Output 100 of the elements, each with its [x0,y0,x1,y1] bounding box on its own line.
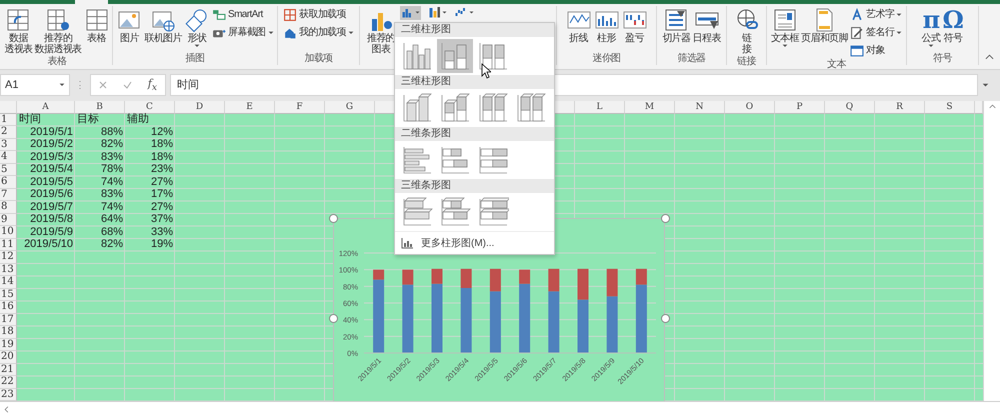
row-header[interactable]: 16 [0,301,17,314]
table-cell-text: 18% [150,138,174,152]
row-header[interactable]: 12 [0,251,17,264]
row-header[interactable]: 20 [0,351,17,364]
row-header[interactable]: 10 [0,226,17,239]
row-header[interactable]: 21 [0,364,17,376]
chart-type-option[interactable] [437,39,473,73]
scroll-up-icon[interactable] [988,104,996,109]
table-cell-text: 37% [150,214,174,226]
ribbon-button[interactable]: Ω 符号 [942,6,964,45]
caret-icon [59,83,65,87]
row-header[interactable]: 9 [0,214,17,226]
column-header[interactable]: L [575,100,625,114]
ribbon-button[interactable]: 表格 [82,6,111,45]
ribbon-button[interactable]: 页眉和页脚 [800,6,849,45]
insert-function-button[interactable]: f$_{x}$ [148,76,158,93]
ribbon-button[interactable]: 获取加载项 [282,6,355,23]
row-header[interactable]: 6 [0,176,17,189]
ribbon-button[interactable]: 日程表 [692,6,722,45]
section-title: 二维条形图 [395,127,554,141]
ribbon-button[interactable]: 盈亏 [620,6,648,45]
row-header[interactable]: 17 [0,314,17,326]
row-header[interactable]: 3 [0,138,17,152]
row-header[interactable]: 13 [0,264,17,276]
chart-type-button[interactable] [427,6,448,20]
caret-icon [982,82,989,87]
column-header[interactable]: O [725,100,775,114]
table-cell-text: 33% [150,226,174,239]
ribbon-button[interactable]: 数据 透视表 [3,6,34,56]
row-header[interactable]: 11 [0,238,17,252]
row-header[interactable]: 22 [0,376,17,389]
column-chart-icon [401,238,413,248]
mouse-pointer-icon [481,63,491,79]
table-cell-text: 目标 [76,114,100,126]
ribbon-button[interactable]: 图片 [115,6,144,45]
table-cell-text: 83% [100,188,124,202]
column-header[interactable]: M [625,100,675,114]
ribbon-button[interactable]: 文本框 [770,6,800,49]
row-header[interactable]: 1 [0,114,17,126]
table-cell-text: 74% [100,201,124,214]
table-cell-text: 2019/5/1 [29,126,74,139]
smartart-icon [212,8,226,22]
scroll-left-icon[interactable] [4,406,9,413]
ribbon-button[interactable]: 链 接 [732,6,760,56]
slicer-icon [663,6,690,33]
column-header[interactable]: A [17,100,75,114]
row-header[interactable]: 23 [0,388,17,402]
column-header[interactable]: B [75,100,125,114]
check-icon[interactable] [122,80,132,89]
vertical-scrollbar[interactable] [983,100,1000,402]
row-header[interactable]: 5 [0,164,17,176]
row-header[interactable]: 15 [0,288,17,302]
text-box-icon [772,6,798,33]
collapse-icon[interactable] [985,54,994,60]
ribbon-button[interactable]: 形状 [183,6,211,49]
group-label: 链接 [736,56,758,68]
row-header[interactable]: 2 [0,126,17,139]
ribbon-button[interactable]: π 公式 [920,6,942,49]
row-header[interactable]: 19 [0,338,17,352]
ribbon-button[interactable]: 艺术字 [849,6,904,23]
table-cell-text: 64% [100,214,124,226]
column-header[interactable]: F [275,100,325,114]
ribbon-button[interactable]: SmartArt [211,6,275,23]
chart-type-button[interactable] [400,6,422,20]
column-header[interactable]: E [225,100,275,114]
column-header[interactable]: S [925,100,975,114]
row-header[interactable]: 7 [0,188,17,202]
column-header[interactable]: D [175,100,225,114]
store-icon [282,8,297,22]
ribbon-button[interactable]: 对象 [849,42,904,59]
cancel-icon[interactable] [98,80,107,89]
row-header[interactable]: 4 [0,151,17,164]
column-header[interactable]: R [875,100,925,114]
menu-item[interactable]: 更多柱形图(M)... [395,231,554,254]
column-header[interactable] [975,100,983,114]
row-header[interactable]: 8 [0,201,17,214]
table-cell-text: 27% [150,176,174,189]
group-label: 迷你图 [591,52,622,65]
row-header[interactable]: 18 [0,326,17,339]
table-cell-text: 2019/5/7 [29,201,74,214]
ribbon-button[interactable]: 签名行 [849,24,904,41]
horizontal-scrollbar[interactable] [0,401,1000,416]
ribbon-button[interactable]: 柱形 [592,6,620,45]
pivot-table-icon [45,6,72,33]
ribbon-button[interactable]: 切片器 [661,6,692,45]
row-header[interactable]: 14 [0,276,17,289]
group-label: 插图 [184,52,206,65]
ribbon-button[interactable]: 联机图片 [143,6,183,45]
ribbon-button[interactable]: 推荐的 数据透视表 [34,6,83,56]
column-header[interactable]: Q [825,100,875,114]
column-header[interactable]: P [775,100,825,114]
name-box[interactable]: A1 [0,74,70,96]
column-header[interactable]: N [675,100,725,114]
select-all-corner[interactable] [0,100,17,114]
ribbon-button[interactable]: 屏幕截图 [211,24,275,41]
column-header[interactable]: G [325,100,375,114]
column-header[interactable]: C [125,100,175,114]
symbol-icon: π [922,6,940,33]
ribbon-button[interactable]: 折线 [564,6,592,45]
ribbon-button[interactable]: 我的加载项 [282,24,355,41]
